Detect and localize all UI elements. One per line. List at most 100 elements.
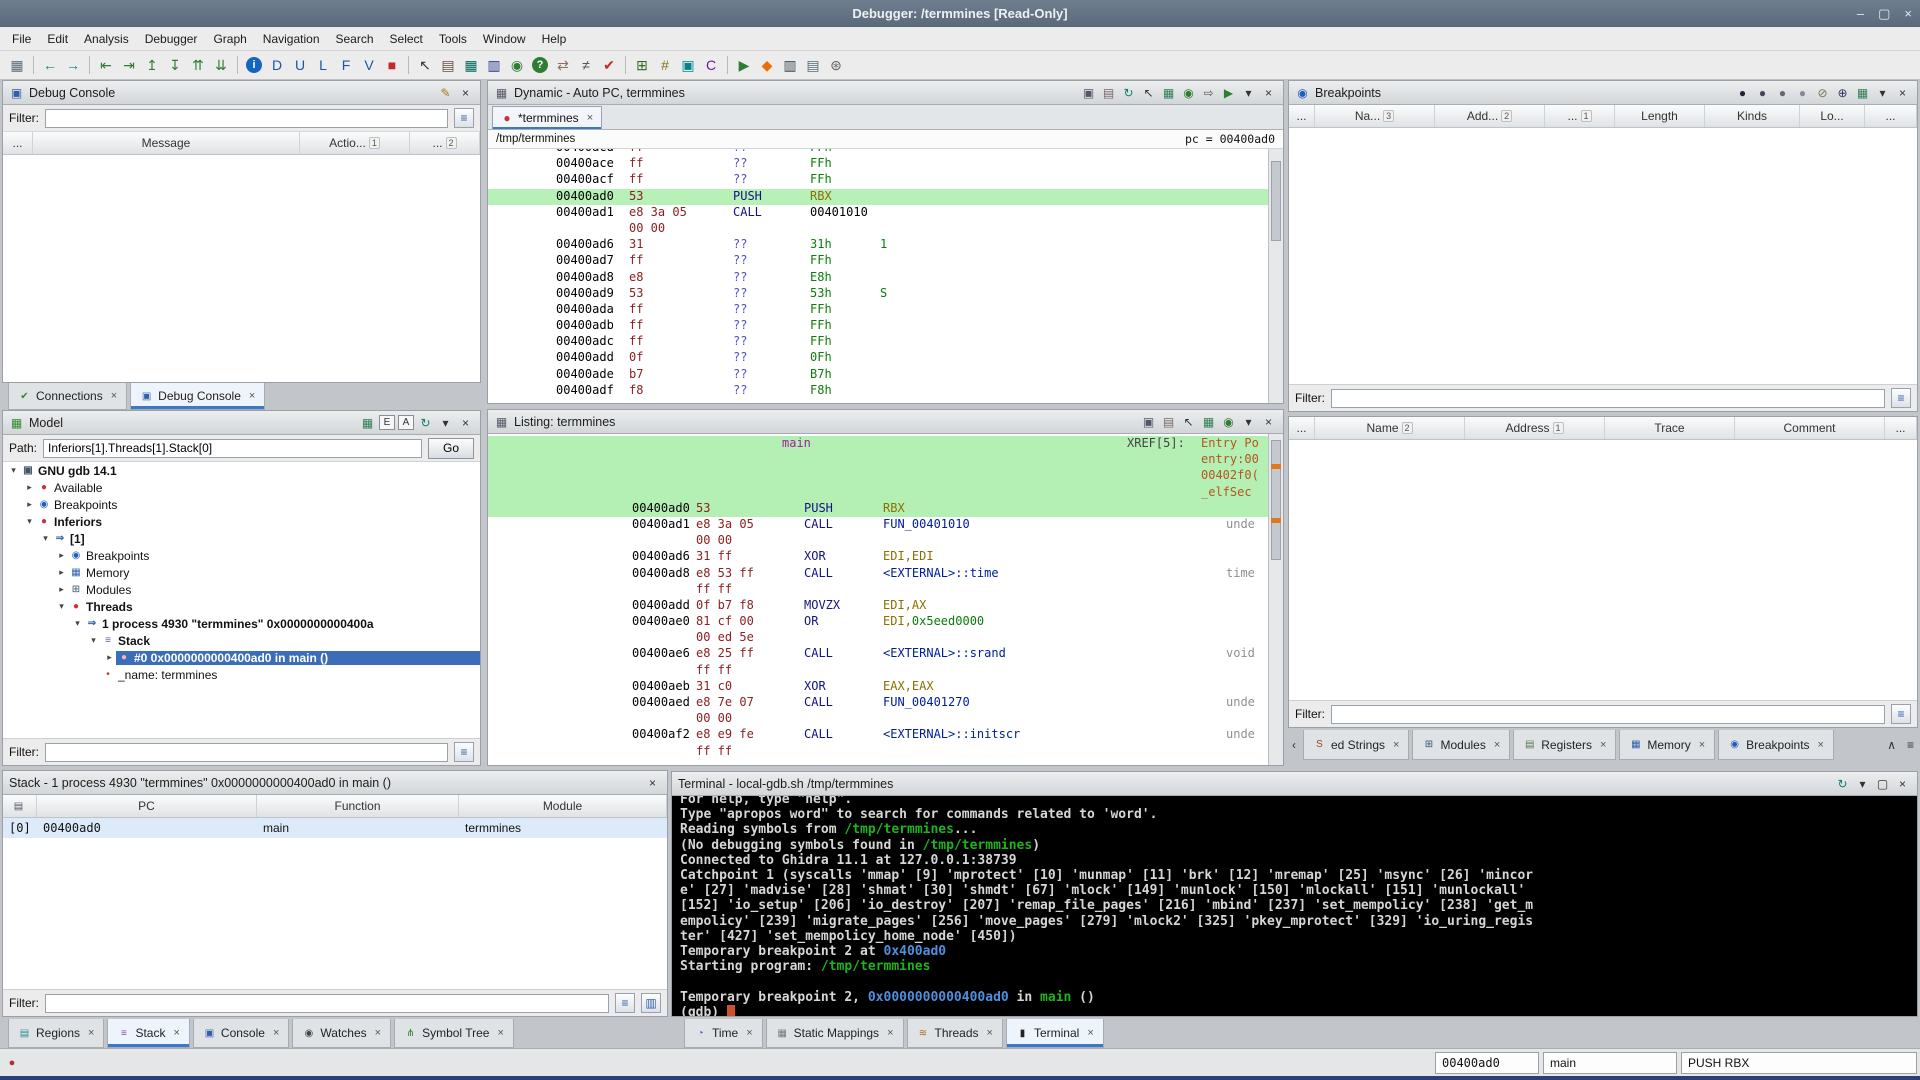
tree-node-content[interactable]: ≡ Stack — [100, 634, 154, 648]
menu-select[interactable]: Select — [382, 29, 431, 49]
filter-input[interactable] — [45, 742, 448, 762]
module-table-body[interactable] — [1289, 440, 1917, 700]
menu-down-icon[interactable]: ▾ — [1874, 85, 1891, 101]
stop-icon[interactable]: ■ — [381, 54, 403, 76]
filter-options-button[interactable]: ≡ — [454, 108, 474, 128]
menu-edit[interactable]: Edit — [39, 29, 76, 49]
filter-options-button[interactable]: ≡ — [454, 742, 474, 762]
label-icon[interactable]: L — [312, 54, 334, 76]
tab-watches[interactable]: ◉ Watches × — [292, 1019, 392, 1048]
save-icon[interactable]: ▦ — [6, 54, 28, 76]
listing-row[interactable]: 00400ad6 31 ff XOR EDI,EDI — [488, 549, 1283, 565]
follow-icon[interactable]: ⇨ — [1200, 85, 1217, 101]
select-icon[interactable]: ↖ — [414, 54, 436, 76]
menu-file[interactable]: File — [4, 29, 39, 49]
disasm-row[interactable]: 00400ad8 e8?? E8h — [488, 270, 1283, 286]
tab-breakpoints[interactable]: ◉ Breakpoints × — [1718, 730, 1834, 760]
refresh-icon[interactable]: ↻ — [1834, 776, 1851, 792]
column-header-1[interactable]: Name 2 — [1315, 417, 1465, 439]
disasm-row[interactable]: 00400ada ff?? FFh — [488, 302, 1283, 318]
tab-threads[interactable]: ≋ Threads × — [906, 1019, 1003, 1048]
breakpoints-header[interactable]: ◉ Breakpoints ● ● ● ● ⊘ ⊕ ▦ ▾ × — [1289, 81, 1917, 105]
chevron-right-icon[interactable]: ▸ — [55, 584, 68, 595]
tree-node-content[interactable]: ⊞ Modules — [68, 583, 135, 597]
tab-modules[interactable]: ⊞ Modules × — [1412, 730, 1511, 760]
table-icon[interactable]: ▦ — [1854, 85, 1871, 101]
breakpoints-body[interactable] — [1289, 128, 1917, 384]
column-header-3[interactable]: Trace — [1605, 417, 1735, 439]
resume-icon[interactable]: ▶ — [733, 54, 755, 76]
disasm-row[interactable]: 00400adb ff?? FFh — [488, 318, 1283, 334]
stack-body[interactable]: [0] 00400ad0 main termmines — [3, 818, 667, 989]
listing-row[interactable]: 00400ad8 e8 53 ff CALL <EXTERNAL>::time time — [488, 566, 1283, 582]
close-icon[interactable]: × — [273, 1027, 279, 1039]
column-header-1[interactable]: Message — [33, 132, 300, 154]
disasm-row[interactable]: 00400adc ff?? FFh — [488, 334, 1283, 350]
menu-graph[interactable]: Graph — [205, 29, 254, 49]
menu-window[interactable]: Window — [475, 29, 534, 49]
paste-icon[interactable]: ▤ — [1100, 85, 1117, 101]
maximize-icon[interactable]: ▢ — [1874, 776, 1891, 792]
close-icon[interactable]: × — [88, 1027, 94, 1039]
close-icon[interactable]: × — [587, 112, 593, 124]
nav-forward-icon[interactable]: → — [62, 54, 84, 76]
chevron-right-icon[interactable]: ▸ — [55, 550, 68, 561]
column-header-6[interactable]: Lo... — [1800, 105, 1865, 127]
tab-registers[interactable]: ▤ Registers × — [1513, 730, 1617, 760]
path-input[interactable] — [43, 438, 422, 458]
tree-node[interactable]: ▸ ◉ Breakpoints — [3, 547, 480, 564]
enable-all-icon[interactable]: ● — [1734, 85, 1751, 101]
go-button[interactable]: Go — [428, 437, 474, 459]
tree-node[interactable]: ▾ ● Threads — [3, 598, 480, 615]
menu-down-icon[interactable]: ▾ — [1240, 85, 1257, 101]
listing-row-continuation[interactable]: ff ff — [488, 744, 1283, 760]
menu-down-icon[interactable]: ▾ — [1854, 776, 1871, 792]
tab-list-icon[interactable]: ≡ — [1903, 730, 1918, 760]
column-header-0[interactable]: ... — [3, 132, 33, 154]
chevron-right-icon[interactable]: ▸ — [23, 499, 36, 510]
tree-node-content[interactable]: ● #0 0x0000000000400ad0 in main () — [116, 650, 480, 665]
tree-node[interactable]: ▸ ● #0 0x0000000000400ad0 in main () — [3, 649, 480, 666]
jump-out-icon[interactable]: ↥ — [141, 54, 163, 76]
filter-input[interactable] — [1331, 388, 1885, 408]
goto-next-icon[interactable]: ⇥ — [118, 54, 140, 76]
filter-options-button[interactable]: ≡ — [1891, 704, 1911, 724]
scrollbar-thumb[interactable] — [1271, 440, 1281, 560]
tree-node[interactable]: ▾ ⇒ [1] — [3, 530, 480, 547]
chevron-down-icon[interactable]: ▾ — [55, 601, 68, 612]
tab-console[interactable]: ▣ Console × — [192, 1019, 290, 1048]
disasm-row[interactable]: 00400ad0 53 PUSH RBX — [488, 188, 1283, 205]
menu-search[interactable]: Search — [328, 29, 382, 49]
listing-body[interactable]: main XREF[5]: Entry Po entry:00 00402f0(_elf… — [488, 434, 1283, 765]
chevron-right-icon[interactable]: ▸ — [55, 567, 68, 578]
make-effective-icon[interactable]: ● — [1794, 85, 1811, 101]
minimize-button[interactable]: – — [1857, 6, 1864, 21]
listing-row[interactable]: 00400add 0f b7 f8 MOVZX EDI,AX — [488, 598, 1283, 614]
menu-navigation[interactable]: Navigation — [255, 29, 328, 49]
listing-row-continuation[interactable]: ff ff — [488, 663, 1283, 679]
tab-time[interactable]: ◔ Time × — [684, 1019, 763, 1048]
listing-row-continuation[interactable]: ff ff — [488, 582, 1283, 598]
step-over-icon[interactable]: ⇈ — [187, 54, 209, 76]
compiler-icon[interactable]: C — [700, 54, 722, 76]
tab-connections[interactable]: ✔ Connections × — [8, 383, 128, 410]
edit-a-icon[interactable]: A — [398, 415, 414, 430]
table-view-icon[interactable]: ▦ — [460, 54, 482, 76]
close-icon[interactable]: × — [644, 775, 661, 791]
listing-row[interactable]: 00400ae6 e8 25 ff CALL <EXTERNAL>::srand voi… — [488, 646, 1283, 662]
column-header-2[interactable]: Actio... 1 — [300, 132, 410, 154]
filter-options-button[interactable]: ≡ — [1891, 388, 1911, 408]
listing-row-continuation[interactable]: 00 ed 5e — [488, 630, 1283, 646]
edit-e-icon[interactable]: E — [379, 415, 395, 430]
close-icon[interactable]: × — [1260, 85, 1277, 101]
filter-options-button[interactable]: ≡ — [615, 993, 635, 1013]
layout-icon[interactable]: ▤ — [802, 54, 824, 76]
chevron-down-icon[interactable]: ▾ — [71, 618, 84, 629]
listing-row-continuation[interactable]: 00 00 — [488, 711, 1283, 727]
refresh-icon[interactable]: ↻ — [1120, 85, 1137, 101]
jump-in-icon[interactable]: ↧ — [164, 54, 186, 76]
disasm-row[interactable]: 00400ad9 53?? 53h S — [488, 286, 1283, 302]
step-into-icon[interactable]: ⇊ — [210, 54, 232, 76]
filter-input[interactable] — [45, 108, 448, 128]
listing-row[interactable]: 00400ae0 81 cf 00 OR EDI,0x5eed0000 — [488, 614, 1283, 630]
